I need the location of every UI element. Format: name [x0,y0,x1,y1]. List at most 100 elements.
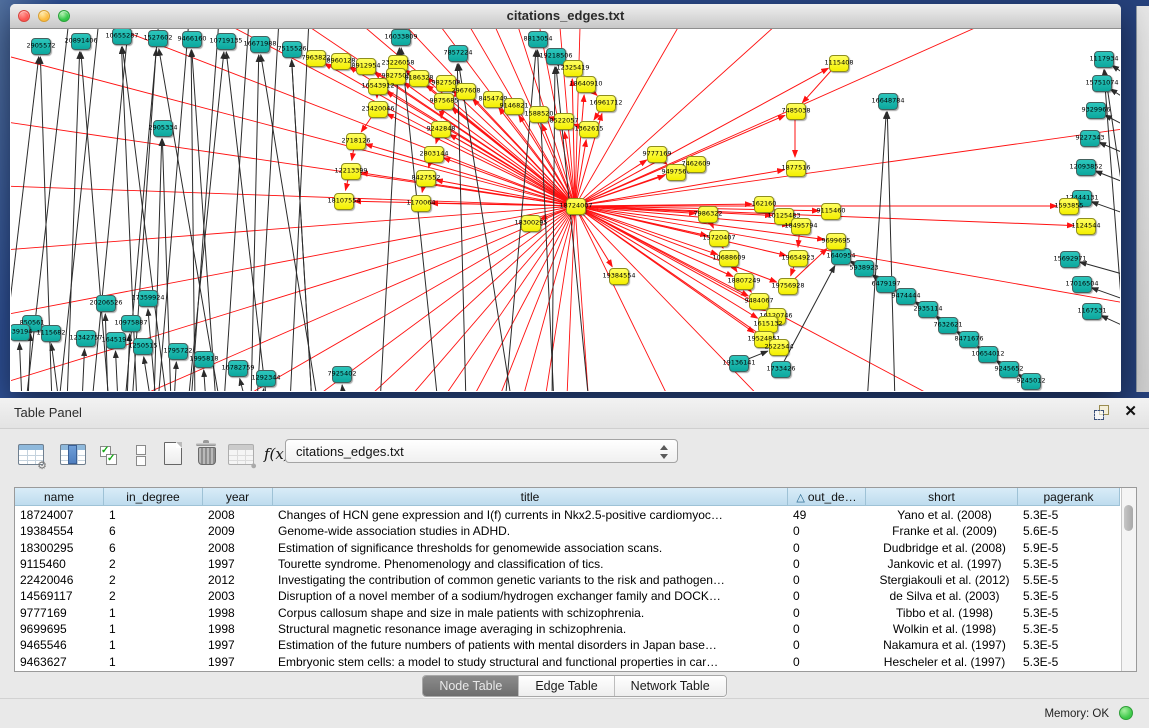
graph-node[interactable]: 19384554 [609,268,629,285]
table-row[interactable]: 1830029562008Estimation of significance … [15,540,1123,556]
column-header-year[interactable]: year [203,488,273,506]
graph-node[interactable]: 9115460 [821,203,841,220]
graph-node[interactable]: 1124544 [1076,218,1096,235]
graph-node[interactable]: 1877516 [786,160,806,177]
graph-node[interactable]: 1593855 [1059,198,1079,215]
graph-node[interactable]: 7632621 [938,317,958,334]
graph-node[interactable]: 18807249 [734,273,754,290]
graph-node[interactable]: 16033809 [391,29,411,46]
graph-node[interactable]: 12342757 [76,330,96,347]
graph-node[interactable]: 162160 [754,196,774,213]
scrollbar-thumb[interactable] [1124,505,1133,531]
graph-node[interactable]: 20206526 [96,295,116,312]
column-header-in_degree[interactable]: in_degree [104,488,203,506]
graph-node[interactable]: 9875685 [434,93,454,110]
graph-node[interactable]: 2522544 [769,339,789,356]
table-row[interactable]: 1872400712008Changes of HCN gene express… [15,507,1123,523]
graph-node[interactable]: 16648784 [878,93,898,110]
tab-edge-table[interactable]: Edge Table [519,676,614,696]
table-row[interactable]: 1456911722003Disruption of a novel membe… [15,588,1123,604]
graph-node[interactable]: 8912954 [356,58,376,75]
graph-node[interactable]: 10975887 [121,315,141,332]
tab-node-table[interactable]: Node Table [423,676,519,696]
row-options-icon[interactable] [128,440,158,470]
graph-node[interactable]: 12325419 [563,60,583,77]
graph-node[interactable]: 7515526 [282,41,302,58]
graph-node[interactable]: 16543912 [368,78,388,95]
graph-node[interactable]: 16671988 [250,36,270,53]
graph-node[interactable]: 7485038 [786,103,806,120]
graph-node[interactable]: 339194 [11,324,30,341]
graph-node[interactable]: 9474444 [896,288,916,305]
graph-node[interactable]: 1167531 [1082,303,1102,320]
graph-node[interactable]: 1362615 [579,121,599,138]
import-table-icon[interactable]: ● [226,440,256,470]
graph-node[interactable]: 9484067 [749,293,769,310]
graph-node[interactable]: 12093852 [1076,159,1096,176]
float-panel-icon[interactable] [1094,405,1109,420]
table-row[interactable]: 2242004622012Investigating the contribut… [15,572,1123,588]
window-titlebar[interactable]: citations_edges.txt [10,4,1121,29]
graph-node[interactable]: 9146821 [504,98,524,115]
graph-node[interactable]: 10654012 [978,346,998,363]
column-header-out_de[interactable]: △out_de… [788,488,866,506]
table-row[interactable]: 977716911998Corpus callosum shape and si… [15,605,1123,621]
graph-node[interactable]: 16782759 [228,360,248,377]
graph-node[interactable]: 9245012 [1021,373,1041,390]
graph-node[interactable]: 10719135 [216,33,236,50]
graph-node[interactable]: 12213399 [341,163,361,180]
graph-node[interactable]: 19136141 [729,355,749,372]
graph-node[interactable]: 9466160 [182,31,202,48]
graph-node[interactable]: 9242848 [431,121,451,138]
new-table-icon[interactable] [158,440,188,470]
graph-node[interactable]: 20891406 [71,33,91,50]
tab-network-table[interactable]: Network Table [615,676,726,696]
graph-node[interactable]: 9329966 [1086,102,1106,119]
memory-status-indicator[interactable] [1119,706,1133,720]
graph-node[interactable]: 2967608 [456,83,476,100]
column-header-pagerank[interactable]: pagerank [1018,488,1120,506]
graph-node[interactable]: 1645194 [106,332,126,349]
table-row[interactable]: 1938455462009Genome-wide association stu… [15,523,1123,539]
graph-node[interactable]: 15720407 [709,230,729,247]
graph-node[interactable]: 7462609 [686,156,706,173]
table-row[interactable]: 946554611997Estimation of the future num… [15,637,1123,653]
table-selector-dropdown[interactable]: citations_edges.txt [285,439,678,463]
graph-node[interactable]: 8186328 [409,70,429,87]
graph-node[interactable]: 8522057 [554,113,574,130]
graph-node[interactable]: 17359924 [138,290,158,307]
graph-node[interactable]: 5938923 [854,260,874,277]
graph-node[interactable]: 1292344 [256,370,276,387]
table-row[interactable]: 969969511998Structural magnetic resonanc… [15,621,1123,637]
network-view-canvas[interactable]: 2905572208914061065528715276029466160107… [11,29,1120,391]
table-options-icon[interactable]: ⚙ [16,440,46,470]
graph-node[interactable]: 9777169 [647,146,667,163]
graph-node[interactable]: 18724007 [566,198,586,215]
graph-node[interactable]: 10655287 [112,29,132,45]
select-columns-icon[interactable]: ✓✓ [96,440,126,470]
graph-node[interactable]: 2905334 [153,120,173,137]
graph-node[interactable]: 1588520 [529,106,549,123]
graph-node[interactable]: 7925402 [332,366,352,383]
graph-node[interactable]: 17016504 [1072,276,1092,293]
graph-node[interactable]: 1795722 [168,343,188,360]
show-column-icon[interactable] [58,440,88,470]
table-vertical-scrollbar[interactable] [1121,488,1136,671]
graph-node[interactable]: 23420046 [368,101,388,118]
column-header-short[interactable]: short [866,488,1018,506]
graph-node[interactable]: 2718126 [346,133,366,150]
graph-node[interactable]: 19654923 [788,250,808,267]
close-panel-icon[interactable]: ✕ [1124,402,1137,420]
graph-node[interactable]: 8960128 [331,53,351,70]
graph-node[interactable]: 7857224 [448,45,468,62]
graph-node[interactable]: 15692971 [1060,251,1080,268]
graph-node[interactable]: 2905572 [31,38,51,55]
graph-node[interactable]: 8427552 [416,170,436,187]
graph-node[interactable]: 18107554 [334,193,354,210]
graph-node[interactable]: 18640910 [576,76,596,93]
graph-node[interactable]: 1733426 [771,361,791,378]
graph-node[interactable]: 18495794 [791,218,811,235]
graph-node[interactable]: 1995818 [194,351,214,368]
graph-node[interactable]: 8813054 [528,31,548,48]
delete-table-icon[interactable] [192,440,222,470]
